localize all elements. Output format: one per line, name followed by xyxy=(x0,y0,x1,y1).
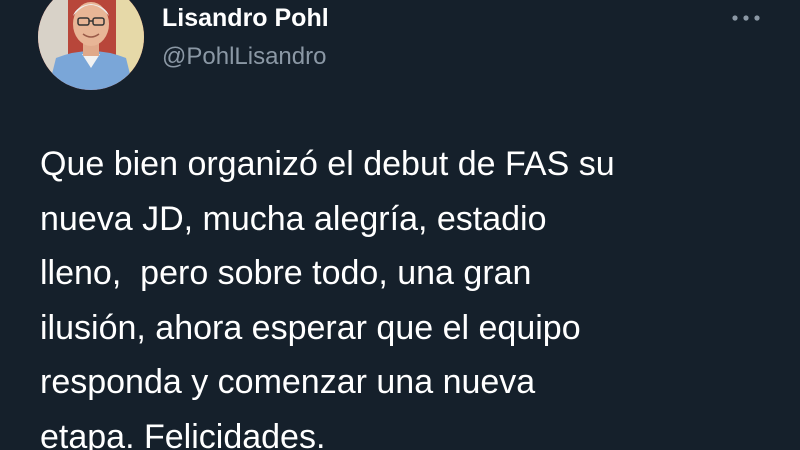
more-horizontal-icon xyxy=(732,15,760,21)
author-handle[interactable]: @PohlLisandro xyxy=(162,42,326,72)
author-avatar[interactable] xyxy=(38,0,144,90)
author-display-name[interactable]: Lisandro Pohl xyxy=(162,3,329,33)
tweet-card: Lisandro Pohl @PohlLisandro Que bien org… xyxy=(0,0,800,450)
more-options-button[interactable] xyxy=(726,4,766,32)
tweet-body-text: Que bien organizó el debut de FAS su nue… xyxy=(40,145,615,450)
profile-photo-icon xyxy=(38,0,144,90)
